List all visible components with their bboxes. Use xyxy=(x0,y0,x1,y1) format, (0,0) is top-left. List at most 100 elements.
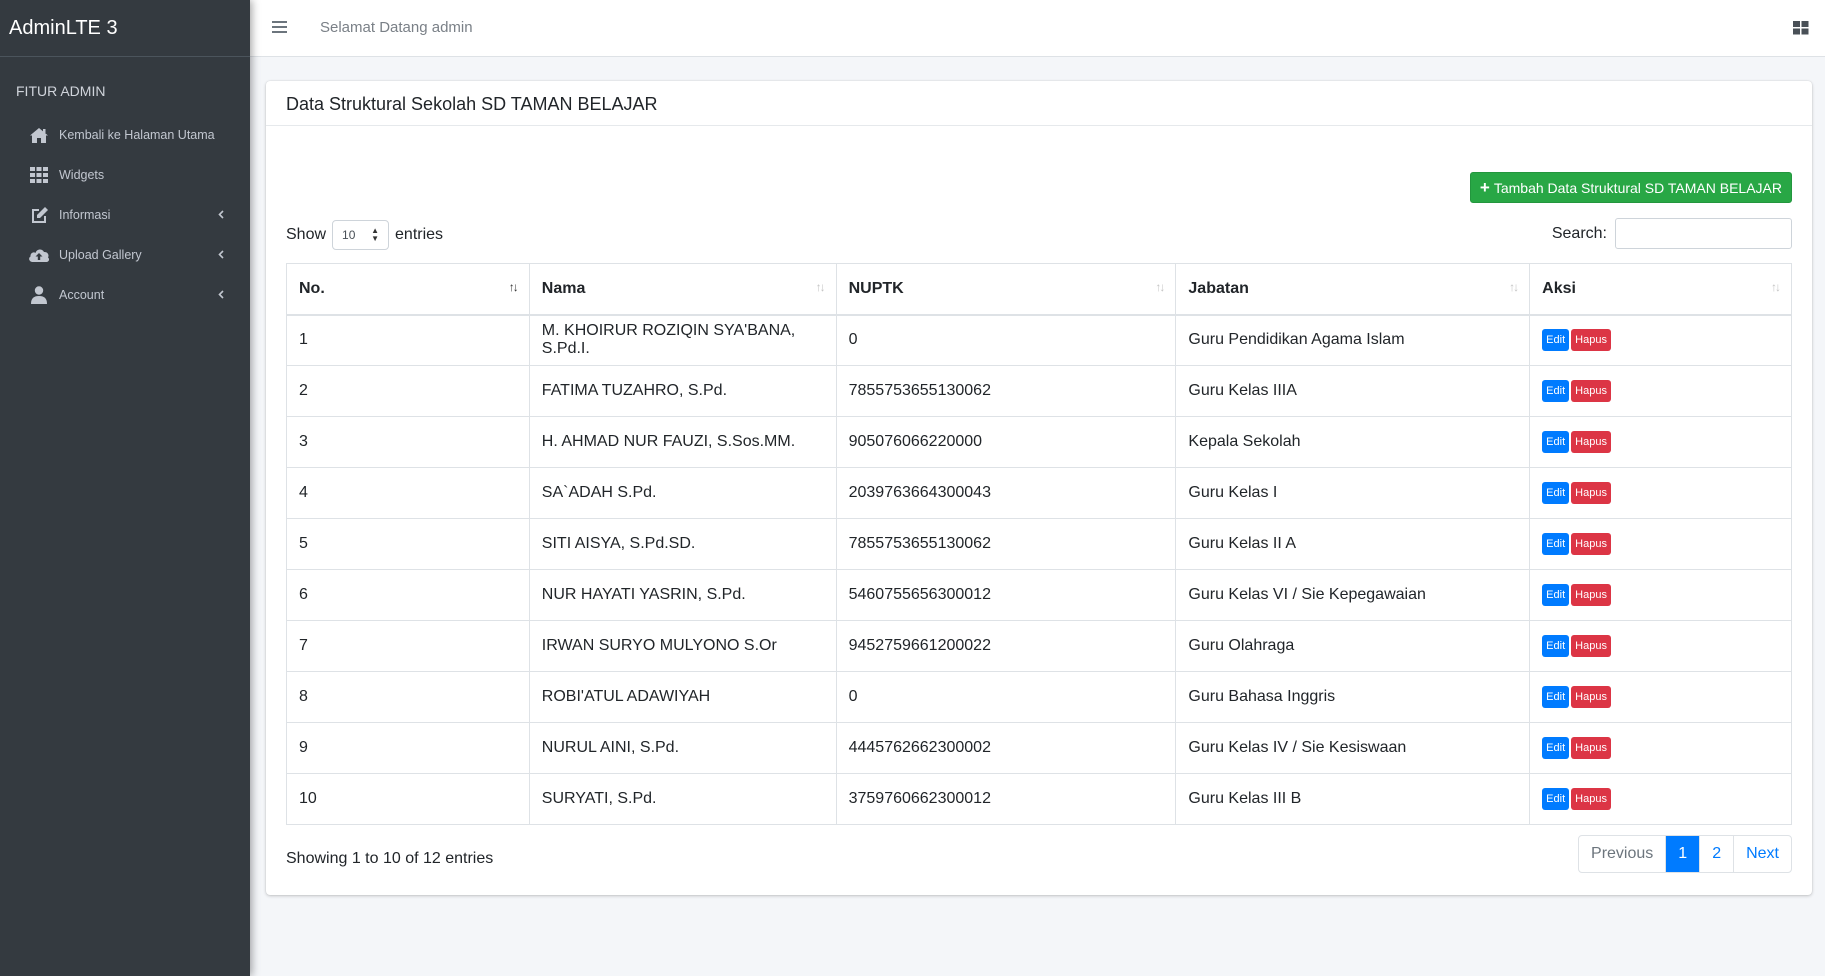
column-header-no[interactable]: No. ↑↓ xyxy=(286,263,530,316)
edit-button[interactable]: Edit xyxy=(1542,380,1570,402)
card-title: Data Struktural Sekolah SD TAMAN BELAJAR xyxy=(266,81,1812,126)
cell-no: 2 xyxy=(286,365,530,417)
cell-jabatan: Guru Olahraga xyxy=(1175,620,1531,672)
cell-jabatan: Guru Kelas IIIA xyxy=(1175,365,1531,417)
cell-aksi: Edit Hapus xyxy=(1529,314,1792,366)
sidebar-item-label: Kembali ke Halaman Utama xyxy=(59,128,215,142)
brand-link[interactable]: AdminLTE 3 xyxy=(0,0,250,57)
delete-button[interactable]: Hapus xyxy=(1571,380,1611,402)
chevron-left-icon xyxy=(218,208,224,222)
cell-nama: IRWAN SURYO MULYONO S.Or xyxy=(528,620,837,672)
table-row: 4 SA`ADAH S.Pd. 2039763664300043 Guru Kelas… xyxy=(286,467,1792,519)
pagination-next[interactable]: Next xyxy=(1733,836,1791,872)
sidebar-item-informasi[interactable]: Informasi xyxy=(0,195,250,235)
entries-select[interactable]: 10 ▲ ▼ xyxy=(332,220,390,250)
edit-button[interactable]: Edit xyxy=(1542,635,1570,657)
cell-no: 10 xyxy=(286,773,530,825)
chevron-left-icon xyxy=(218,248,224,262)
cell-jabatan: Guru Kelas I xyxy=(1175,467,1531,519)
cell-nama: FATIMA TUZAHRO, S.Pd. xyxy=(528,365,837,417)
cell-no: 4 xyxy=(286,467,530,519)
column-header-nuptk[interactable]: NUPTK ↑↓ xyxy=(835,263,1177,316)
edit-button[interactable]: Edit xyxy=(1542,431,1570,453)
cell-no: 7 xyxy=(286,620,530,672)
table-row: 9 NURUL AINI, S.Pd. 4445762662300002 Guru K… xyxy=(286,722,1792,774)
edit-button[interactable]: Edit xyxy=(1542,686,1570,708)
cell-aksi: Edit Hapus xyxy=(1529,569,1792,621)
user-icon xyxy=(28,285,50,305)
sidebar-item-widgets[interactable]: Widgets xyxy=(0,155,250,195)
th-large-icon[interactable] xyxy=(1793,20,1809,36)
edit-button[interactable]: Edit xyxy=(1542,788,1570,810)
bars-icon[interactable] xyxy=(272,20,288,36)
sidebar-item-label: Upload Gallery xyxy=(59,248,142,262)
sidebar-item-label: Account xyxy=(59,288,105,302)
cell-nuptk: 905076066220000 xyxy=(835,416,1177,468)
search-label: Search: xyxy=(1551,224,1607,242)
edit-button[interactable]: Edit xyxy=(1542,329,1570,352)
cell-nuptk: 0 xyxy=(835,671,1177,723)
edit-button[interactable]: Edit xyxy=(1542,737,1570,759)
cell-nuptk: 9452759661200022 xyxy=(835,620,1177,672)
cell-nuptk: 7855753655130062 xyxy=(835,518,1177,570)
column-header-aksi[interactable]: Aksi ↑↓ xyxy=(1529,263,1792,316)
show-label: Show xyxy=(286,226,327,243)
delete-button[interactable]: Hapus xyxy=(1571,533,1611,555)
edit-button[interactable]: Edit xyxy=(1542,584,1570,606)
delete-button[interactable]: Hapus xyxy=(1571,686,1611,708)
cell-jabatan: Guru Pendidikan Agama Islam xyxy=(1175,314,1531,366)
pagination-page-2[interactable]: 2 xyxy=(1699,836,1733,872)
search-control: Search: xyxy=(1552,218,1792,249)
cell-aksi: Edit Hapus xyxy=(1529,365,1792,417)
sidebar-item-upload-gallery[interactable]: Upload Gallery xyxy=(0,235,250,275)
cell-nama: ROBI'ATUL ADAWIYAH xyxy=(528,671,837,723)
delete-button[interactable]: Hapus xyxy=(1571,482,1611,504)
delete-button[interactable]: Hapus xyxy=(1571,329,1611,352)
cell-nuptk: 7855753655130062 xyxy=(835,365,1177,417)
cell-nama: SITI AISYA, S.Pd.SD. xyxy=(528,518,837,570)
cell-aksi: Edit Hapus xyxy=(1529,620,1792,672)
table-row: 3 H. AHMAD NUR FAUZI, S.Sos.MM. 9050760662… xyxy=(286,416,1792,468)
content-card: Data Struktural Sekolah SD TAMAN BELAJAR… xyxy=(266,81,1812,895)
search-input[interactable] xyxy=(1615,218,1792,249)
table-row: 10 SURYATI, S.Pd. 3759760662300012 Guru Kel… xyxy=(286,773,1792,825)
cell-no: 5 xyxy=(286,518,530,570)
pagination-previous[interactable]: Previous xyxy=(1579,836,1665,872)
delete-button[interactable]: Hapus xyxy=(1571,737,1611,759)
column-header-jabatan[interactable]: Jabatan ↑↓ xyxy=(1175,263,1531,316)
welcome-text: Selamat Datang admin xyxy=(320,19,473,36)
delete-button[interactable]: Hapus xyxy=(1571,788,1611,810)
table-row: 8 ROBI'ATUL ADAWIYAH 0 Guru Bahasa Inggris E… xyxy=(286,671,1792,723)
sidebar-item-home[interactable]: Kembali ke Halaman Utama xyxy=(0,115,250,155)
top-navbar: Selamat Datang admin xyxy=(250,0,1825,57)
chevron-left-icon xyxy=(218,288,224,302)
column-header-nama[interactable]: Nama ↑↓ xyxy=(528,263,837,316)
cloud-upload-icon xyxy=(28,245,50,265)
sidebar-item-account[interactable]: Account xyxy=(0,275,250,315)
delete-button[interactable]: Hapus xyxy=(1571,584,1611,606)
sidebar-item-label: Widgets xyxy=(59,168,105,182)
cell-nama: NUR HAYATI YASRIN, S.Pd. xyxy=(528,569,837,621)
home-icon xyxy=(28,125,50,145)
entries-label: entries xyxy=(395,226,444,243)
delete-button[interactable]: Hapus xyxy=(1571,635,1611,657)
table-row: 2 FATIMA TUZAHRO, S.Pd. 7855753655130062 Gu… xyxy=(286,365,1792,417)
cell-aksi: Edit Hapus xyxy=(1529,518,1792,570)
sort-icon: ↑↓ xyxy=(815,280,826,294)
cell-aksi: Edit Hapus xyxy=(1529,722,1792,774)
sort-caret-icon: ▲ ▼ xyxy=(371,226,380,243)
table-header-row: No. ↑↓ Nama ↑↓ NUPTK ↑↓ Jabatan ↑↓ Aksi ↑↓ xyxy=(286,263,1792,316)
cell-jabatan: Guru Kelas III B xyxy=(1175,773,1531,825)
sort-icon: ↑↓ xyxy=(1509,280,1519,294)
pagination-page-1[interactable]: 1 xyxy=(1665,836,1700,872)
delete-button[interactable]: Hapus xyxy=(1571,431,1611,453)
edit-button[interactable]: Edit xyxy=(1542,482,1570,504)
cell-nuptk: 3759760662300012 xyxy=(835,773,1177,825)
edit-button[interactable]: Edit xyxy=(1542,533,1570,555)
add-struktural-button[interactable]: + Tambah Data Struktural SD TAMAN BELAJA… xyxy=(1469,172,1792,203)
plus-icon: + xyxy=(1479,178,1490,197)
table-row: 1 M. KHOIRUR ROZIQIN SYA'BANA, S.Pd.I. 0 Gu… xyxy=(286,314,1792,366)
cell-no: 3 xyxy=(286,416,530,468)
cell-no: 1 xyxy=(286,314,530,366)
cell-aksi: Edit Hapus xyxy=(1529,773,1792,825)
